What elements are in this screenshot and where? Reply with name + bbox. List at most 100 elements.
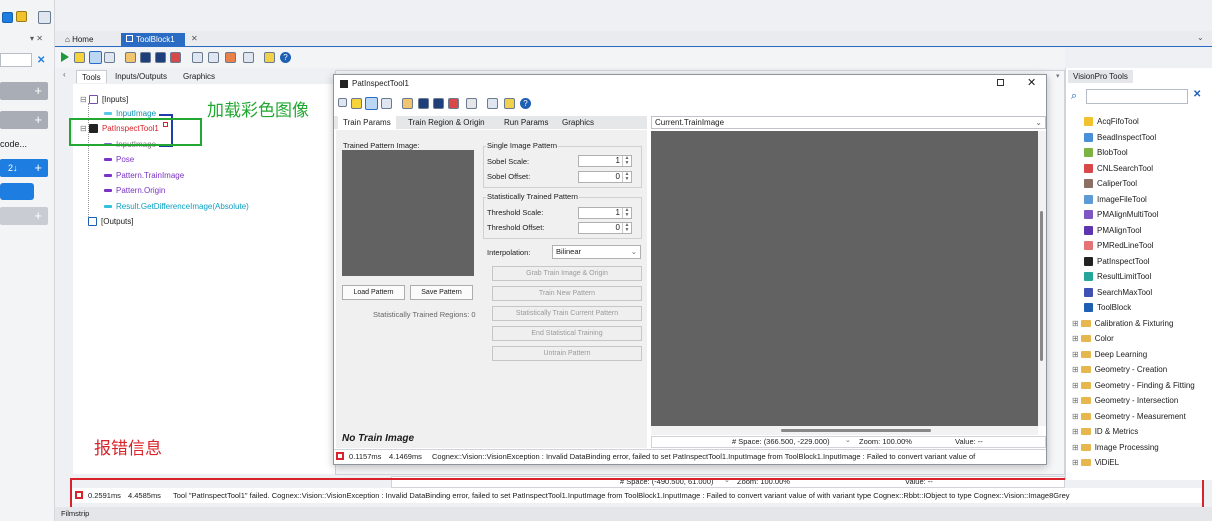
expand-icon[interactable]: ⊞ [1072, 443, 1079, 452]
tool-item[interactable]: AcqFifoTool [1084, 116, 1139, 128]
tool-folder[interactable]: ⊞ Geometry - Creation [1072, 364, 1167, 376]
left-selected-bar[interactable] [0, 183, 34, 200]
filmstrip-tab[interactable]: Filmstrip [61, 507, 89, 520]
tools-icon[interactable] [225, 52, 236, 63]
tree-train-image[interactable]: Pattern.TrainImage [104, 170, 184, 182]
main-scroll-arrow-icon[interactable]: ▾ [1056, 72, 1060, 80]
dialog-titlebar[interactable] [334, 75, 1046, 93]
dlg-chart-icon[interactable] [504, 98, 515, 109]
tab-close-icon[interactable]: ✕ [191, 34, 198, 43]
tool-folder[interactable]: ⊞ ViDiEL [1072, 457, 1119, 469]
dlg-save-icon[interactable] [418, 98, 429, 109]
sort-badge[interactable]: 2↓ [8, 159, 18, 177]
tree-inputs[interactable]: ⊟ [Inputs] [80, 94, 128, 106]
tool-folder[interactable]: ⊞ Image Processing [1072, 442, 1159, 454]
threshold-scale-input[interactable]: 1 ▲ ▼ [578, 207, 632, 219]
square-blue-icon[interactable] [2, 12, 13, 23]
left-group-4[interactable]: + [0, 207, 48, 225]
tool-item[interactable]: PMRedLineTool [1084, 240, 1153, 252]
tool-item[interactable]: ResultLimitTool [1084, 271, 1151, 283]
tool-folder[interactable]: ⊞ Deep Learning [1072, 349, 1147, 361]
tool-item[interactable]: CaliperTool [1084, 178, 1137, 190]
left-search-box[interactable] [0, 53, 32, 67]
record-icon[interactable] [89, 51, 102, 64]
grid-icon[interactable] [192, 52, 203, 63]
reset-icon[interactable] [170, 52, 181, 63]
expand-icon[interactable]: ⊞ [1072, 381, 1079, 390]
image-icon[interactable] [208, 52, 219, 63]
save-pattern-button[interactable]: Save Pattern [410, 285, 473, 300]
left-group-1[interactable]: + [0, 82, 48, 100]
expand-icon[interactable]: ⊞ [1072, 319, 1079, 328]
window-icon[interactable] [38, 11, 51, 24]
dlg-tab-run-params[interactable]: Run Params [499, 116, 553, 129]
expand-icon[interactable]: ⊞ [1072, 412, 1079, 421]
tool-item[interactable]: PMAlignTool [1084, 225, 1141, 237]
dlg-lightning-icon[interactable] [351, 98, 362, 109]
sobel-offset-input[interactable]: 0 ▲ ▼ [578, 171, 632, 183]
threshold-offset-input[interactable]: 0 ▲ ▼ [578, 222, 632, 234]
tool-item[interactable]: BlobTool [1084, 147, 1128, 159]
expand-icon[interactable]: ⊞ [1072, 334, 1079, 343]
tree-pose[interactable]: Pose [104, 154, 134, 166]
expand-icon[interactable]: ⊞ [1072, 350, 1079, 359]
collapse-icon[interactable]: ‹ [63, 70, 66, 79]
display-icon[interactable] [243, 52, 254, 63]
open-icon[interactable] [125, 52, 136, 63]
tab-graphics[interactable]: Graphics [178, 70, 220, 83]
tool-folder[interactable]: ⊞ Calibration & Fixturing [1072, 318, 1173, 330]
dlg-record-icon[interactable] [365, 97, 378, 110]
save-as-icon[interactable] [155, 52, 166, 63]
dialog-hscroll[interactable] [651, 426, 1038, 435]
tool-folder[interactable]: ⊞ Geometry - Finding & Fitting [1072, 380, 1195, 392]
expand-icon[interactable]: ⊞ [1072, 458, 1079, 467]
dlg-tab-train-params[interactable]: Train Params [338, 116, 396, 129]
tabstrip-chevron-icon[interactable]: ⌄ [1197, 33, 1204, 42]
dialog-vscroll[interactable] [1038, 131, 1046, 426]
tree-result[interactable]: Result.GetDifferenceImage(Absolute) [104, 201, 249, 213]
tools-search-icon[interactable]: ⌕ [1071, 90, 1077, 103]
pin-icon[interactable]: ▾ ✕ [30, 34, 43, 43]
dialog-hscroll-thumb[interactable] [781, 429, 931, 432]
dlg-copy-icon[interactable] [381, 98, 392, 109]
left-item-code[interactable]: code... [0, 139, 27, 149]
expand-icon[interactable]: ⊞ [1072, 427, 1079, 436]
left-group-3[interactable]: 2↓ + [0, 159, 48, 177]
tool-item[interactable]: SearchMaxTool [1084, 287, 1152, 299]
expand-icon[interactable]: ⊞ [1072, 396, 1079, 405]
dlg-tab-train-region[interactable]: Train Region & Origin [403, 116, 490, 129]
tool-item[interactable]: CNLSearchTool [1084, 163, 1153, 175]
dialog-image-display[interactable] [651, 131, 1038, 426]
dlg-tools-icon[interactable] [466, 98, 477, 109]
tool-item[interactable]: PatInspectTool [1084, 256, 1149, 268]
save-icon[interactable] [140, 52, 151, 63]
tool-folder[interactable]: ⊞ Geometry - Measurement [1072, 411, 1186, 423]
dialog-space-chevron-icon[interactable]: ⌄ [845, 436, 851, 444]
dlg-save-as-icon[interactable] [433, 98, 444, 109]
dialog-vscroll-thumb[interactable] [1040, 211, 1043, 361]
tab-home[interactable]: ⌂ Home [60, 33, 98, 46]
stat-train-current-button[interactable]: Statistically Train Current Pattern [492, 306, 642, 321]
lightning-icon[interactable] [74, 52, 85, 63]
dialog-close-icon[interactable]: ✕ [1027, 76, 1036, 89]
tool-folder[interactable]: ⊞ Color [1072, 333, 1114, 345]
end-stat-training-button[interactable]: End Statistical Training [492, 326, 642, 341]
left-search-clear-icon[interactable]: ✕ [37, 55, 45, 66]
image-select-dropdown[interactable]: Current.TrainImage ⌄ [651, 116, 1046, 129]
tree-origin[interactable]: Pattern.Origin [104, 185, 165, 197]
dlg-reset-icon[interactable] [338, 98, 347, 107]
help-icon[interactable]: ? [280, 52, 291, 63]
tool-folder[interactable]: ⊞ ID & Metrics [1072, 426, 1138, 438]
tool-item[interactable]: ImageFileTool [1084, 194, 1147, 206]
tab-toolblock[interactable]: ToolBlock1 [121, 33, 185, 46]
tool-item[interactable]: BeadInspectTool [1084, 132, 1156, 144]
tool-folder[interactable]: ⊞ Geometry - Intersection [1072, 395, 1178, 407]
tab-tools[interactable]: Tools [76, 70, 107, 83]
dlg-open-icon[interactable] [402, 98, 413, 109]
tools-search-clear-icon[interactable]: ✕ [1193, 89, 1201, 100]
load-pattern-button[interactable]: Load Pattern [342, 285, 405, 300]
dlg-reset-red-icon[interactable] [448, 98, 459, 109]
grab-train-image-button[interactable]: Grab Train Image & Origin [492, 266, 642, 281]
tab-inputs-outputs[interactable]: Inputs/Outputs [110, 70, 172, 83]
sobel-scale-input[interactable]: 1 ▲ ▼ [578, 155, 632, 167]
